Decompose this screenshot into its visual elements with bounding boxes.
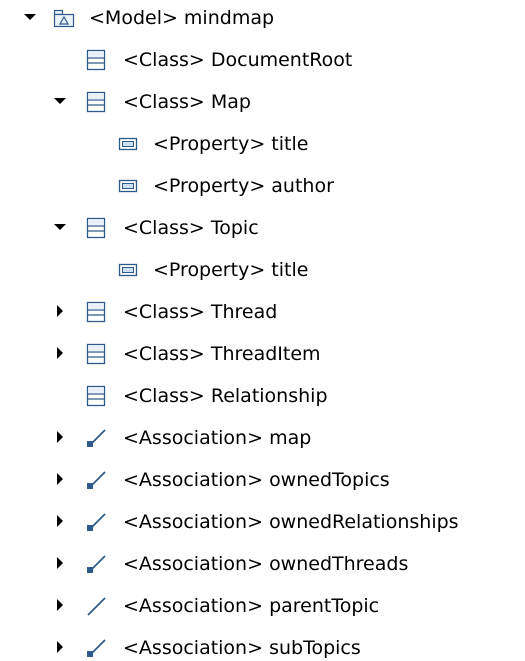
tree-node[interactable]: <Property> author: [0, 170, 525, 202]
tree-node[interactable]: <Class> Thread: [0, 296, 525, 328]
tree-node-label: <Class> Relationship: [123, 385, 328, 407]
tree-node[interactable]: <Class> Relationship: [0, 380, 525, 412]
tree-node-label: <Class> Map: [123, 91, 251, 113]
tree-node[interactable]: <Association> parentTopic: [0, 590, 525, 622]
tree-node[interactable]: <Association> ownedTopics: [0, 464, 525, 496]
tree-node-label: <Property> title: [153, 259, 309, 281]
model-tree: <Model> mindmap <Class> DocumentRoot <Clas…: [0, 0, 525, 661]
collapsed-arrow-icon[interactable]: [52, 344, 70, 362]
tree-node-label: <Class> DocumentRoot: [123, 49, 353, 71]
tree-node[interactable]: <Class> Map: [0, 86, 525, 118]
tree-node[interactable]: <Class> DocumentRoot: [0, 44, 525, 76]
collapsed-arrow-icon[interactable]: [52, 554, 70, 572]
association-icon: [84, 636, 108, 660]
tree-node[interactable]: <Association> map: [0, 422, 525, 454]
tree-node[interactable]: <Property> title: [0, 254, 525, 286]
association-icon: [84, 552, 108, 576]
expanded-arrow-icon[interactable]: [52, 92, 70, 110]
tree-node-label: <Property> author: [153, 175, 334, 197]
association-icon: [84, 510, 108, 534]
tree-node-label: <Association> parentTopic: [123, 595, 380, 617]
tree-node-label: <Association> subTopics: [123, 637, 361, 659]
tree-node-label: <Association> ownedThreads: [123, 553, 409, 575]
collapsed-arrow-icon[interactable]: [52, 638, 70, 656]
expanded-arrow-icon[interactable]: [22, 8, 40, 26]
tree-node-label: <Model> mindmap: [89, 7, 275, 29]
collapsed-arrow-icon[interactable]: [52, 596, 70, 614]
class-icon: [84, 48, 108, 72]
collapsed-arrow-icon[interactable]: [52, 428, 70, 446]
tree-node-label: <Association> ownedTopics: [123, 469, 390, 491]
tree-node[interactable]: <Model> mindmap: [0, 2, 525, 34]
class-icon: [84, 342, 108, 366]
tree-node-label: <Class> Thread: [123, 301, 278, 323]
tree-node-label: <Association> ownedRelationships: [123, 511, 459, 533]
collapsed-arrow-icon[interactable]: [52, 470, 70, 488]
tree-node[interactable]: <Property> title: [0, 128, 525, 160]
association-plain-icon: [84, 594, 108, 618]
tree-node-label: <Class> ThreadItem: [123, 343, 321, 365]
property-icon: [116, 174, 140, 198]
association-icon: [84, 468, 108, 492]
tree-node-label: <Association> map: [123, 427, 312, 449]
collapsed-arrow-icon[interactable]: [52, 302, 70, 320]
class-icon: [84, 300, 108, 324]
tree-node[interactable]: <Class> Topic: [0, 212, 525, 244]
class-icon: [84, 216, 108, 240]
tree-node[interactable]: <Association> ownedThreads: [0, 548, 525, 580]
property-icon: [116, 258, 140, 282]
class-icon: [84, 384, 108, 408]
package-icon: [52, 6, 76, 30]
class-icon: [84, 90, 108, 114]
collapsed-arrow-icon[interactable]: [52, 512, 70, 530]
tree-node[interactable]: <Class> ThreadItem: [0, 338, 525, 370]
association-icon: [84, 426, 108, 450]
expanded-arrow-icon[interactable]: [52, 218, 70, 236]
tree-node[interactable]: <Association> subTopics: [0, 632, 525, 661]
property-icon: [116, 132, 140, 156]
tree-node-label: <Property> title: [153, 133, 309, 155]
tree-node[interactable]: <Association> ownedRelationships: [0, 506, 525, 538]
tree-node-label: <Class> Topic: [123, 217, 259, 239]
